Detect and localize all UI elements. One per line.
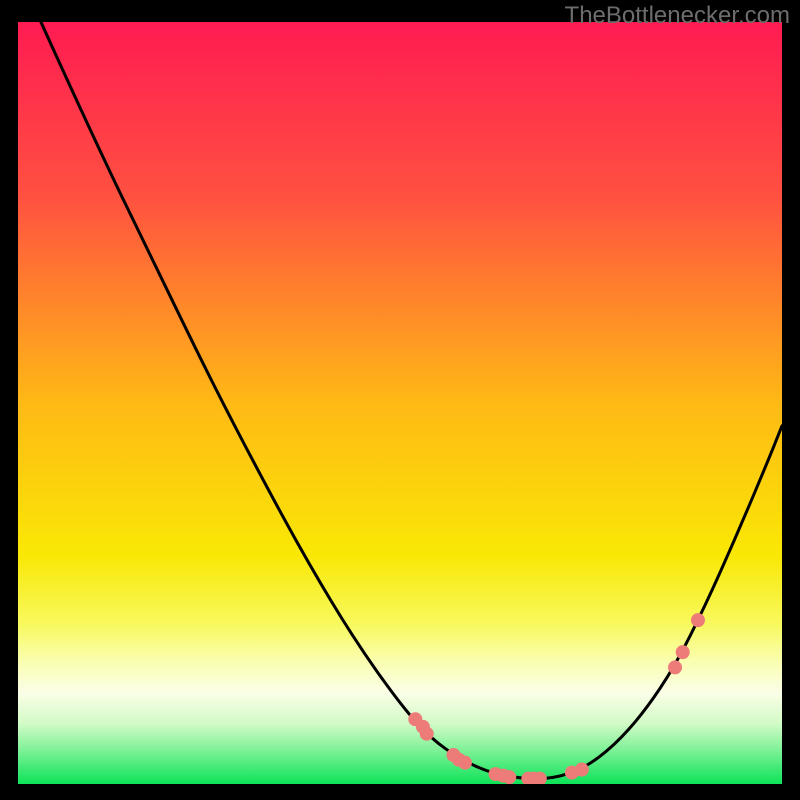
watermark-text: TheBottlenecker.com (565, 2, 790, 30)
data-point (420, 727, 434, 741)
data-point (691, 613, 705, 627)
plot-area (18, 22, 782, 784)
data-point (502, 770, 516, 784)
data-point (676, 645, 690, 659)
chart-svg (18, 22, 782, 784)
data-point (458, 756, 472, 770)
data-point (575, 763, 589, 777)
data-point (668, 660, 682, 674)
chart-frame: TheBottlenecker.com (0, 0, 800, 800)
gradient-background (18, 22, 782, 784)
